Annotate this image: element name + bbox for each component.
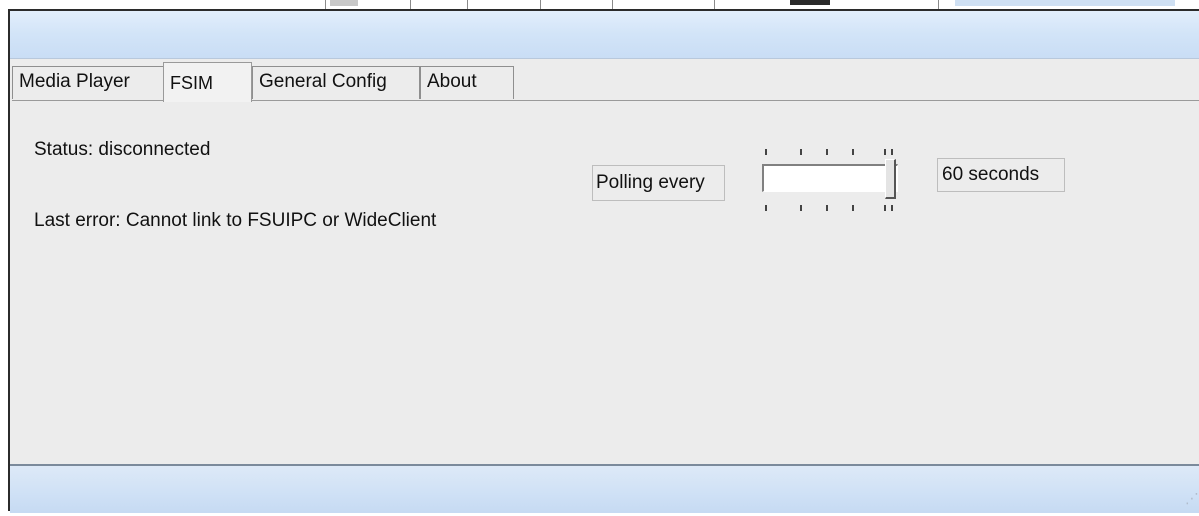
background-fragment bbox=[330, 0, 358, 6]
slider-ticks-bottom bbox=[755, 205, 903, 213]
tab-panel: Media Player FSIM General Config About S… bbox=[10, 59, 1199, 464]
slider-ticks-top bbox=[755, 149, 903, 157]
background-fragment bbox=[790, 0, 830, 5]
background-divider bbox=[410, 0, 411, 9]
polling-interval-slider[interactable] bbox=[755, 149, 903, 221]
last-error-label: Last error: Cannot link to FSUIPC or Wid… bbox=[34, 210, 437, 231]
background-fragment bbox=[955, 0, 1175, 6]
tab-fsim[interactable]: FSIM bbox=[163, 62, 252, 102]
slider-thumb[interactable] bbox=[885, 159, 896, 199]
background-divider bbox=[612, 0, 613, 9]
tab-media-player[interactable]: Media Player bbox=[12, 66, 164, 99]
background-divider bbox=[325, 0, 326, 9]
title-bar bbox=[10, 11, 1199, 59]
polling-value-label: 60 seconds bbox=[937, 158, 1065, 192]
tab-general-config[interactable]: General Config bbox=[252, 66, 420, 99]
background-divider bbox=[467, 0, 468, 9]
status-bar: ⋰ bbox=[10, 464, 1199, 513]
background-divider bbox=[714, 0, 715, 9]
tab-strip: Media Player FSIM General Config About bbox=[12, 62, 1199, 102]
polling-label: Polling every bbox=[592, 165, 725, 201]
resize-grip-icon[interactable]: ⋰ bbox=[1185, 490, 1199, 507]
background-divider bbox=[938, 0, 939, 9]
app-window: Media Player FSIM General Config About S… bbox=[8, 9, 1199, 513]
tab-about[interactable]: About bbox=[420, 66, 514, 99]
background-divider bbox=[540, 0, 541, 9]
status-label: Status: disconnected bbox=[34, 139, 211, 160]
slider-track[interactable] bbox=[762, 164, 898, 192]
